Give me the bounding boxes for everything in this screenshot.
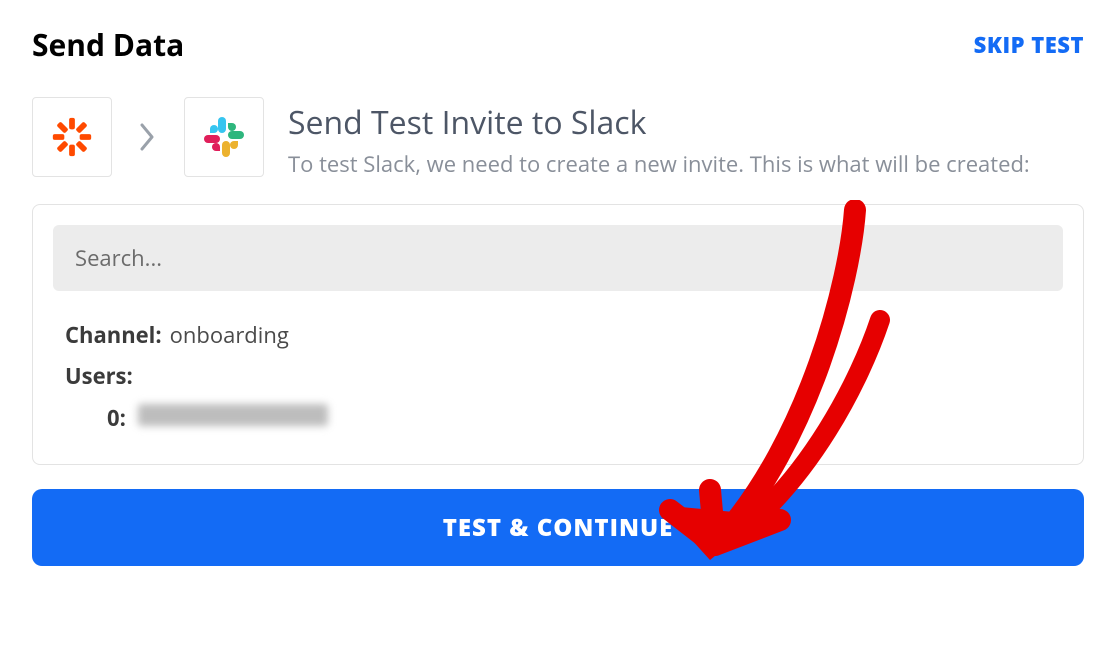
users-label: Users: bbox=[65, 356, 133, 398]
search-input[interactable] bbox=[53, 225, 1063, 291]
preview-key-values: Channel: onboarding Users: 0: bbox=[53, 291, 1063, 440]
chevron-right-icon bbox=[136, 97, 160, 177]
action-heading: Send Test Invite to Slack bbox=[288, 101, 1030, 144]
skip-test-link[interactable]: SKIP TEST bbox=[974, 30, 1084, 60]
preview-panel: Channel: onboarding Users: 0: bbox=[32, 204, 1084, 465]
preview-row-users: Users: bbox=[65, 356, 1051, 398]
header-row: Send Data SKIP TEST bbox=[0, 0, 1116, 73]
action-description-block: Send Test Invite to Slack To test Slack,… bbox=[288, 97, 1030, 180]
zapier-icon bbox=[32, 97, 112, 177]
channel-label: Channel: bbox=[65, 315, 162, 357]
test-and-continue-button[interactable]: TEST & CONTINUE bbox=[32, 489, 1084, 566]
action-summary-row: Send Test Invite to Slack To test Slack,… bbox=[0, 73, 1116, 196]
section-title: Send Data bbox=[32, 24, 184, 65]
action-description: To test Slack, we need to create a new i… bbox=[288, 150, 1030, 180]
channel-value: onboarding bbox=[170, 315, 289, 357]
preview-row-user-0: 0: bbox=[107, 398, 1051, 440]
slack-icon bbox=[184, 97, 264, 177]
user-index-label: 0: bbox=[107, 398, 126, 440]
preview-row-channel: Channel: onboarding bbox=[65, 315, 1051, 357]
cta-container: TEST & CONTINUE bbox=[32, 489, 1084, 566]
redacted-user-value bbox=[138, 404, 328, 426]
